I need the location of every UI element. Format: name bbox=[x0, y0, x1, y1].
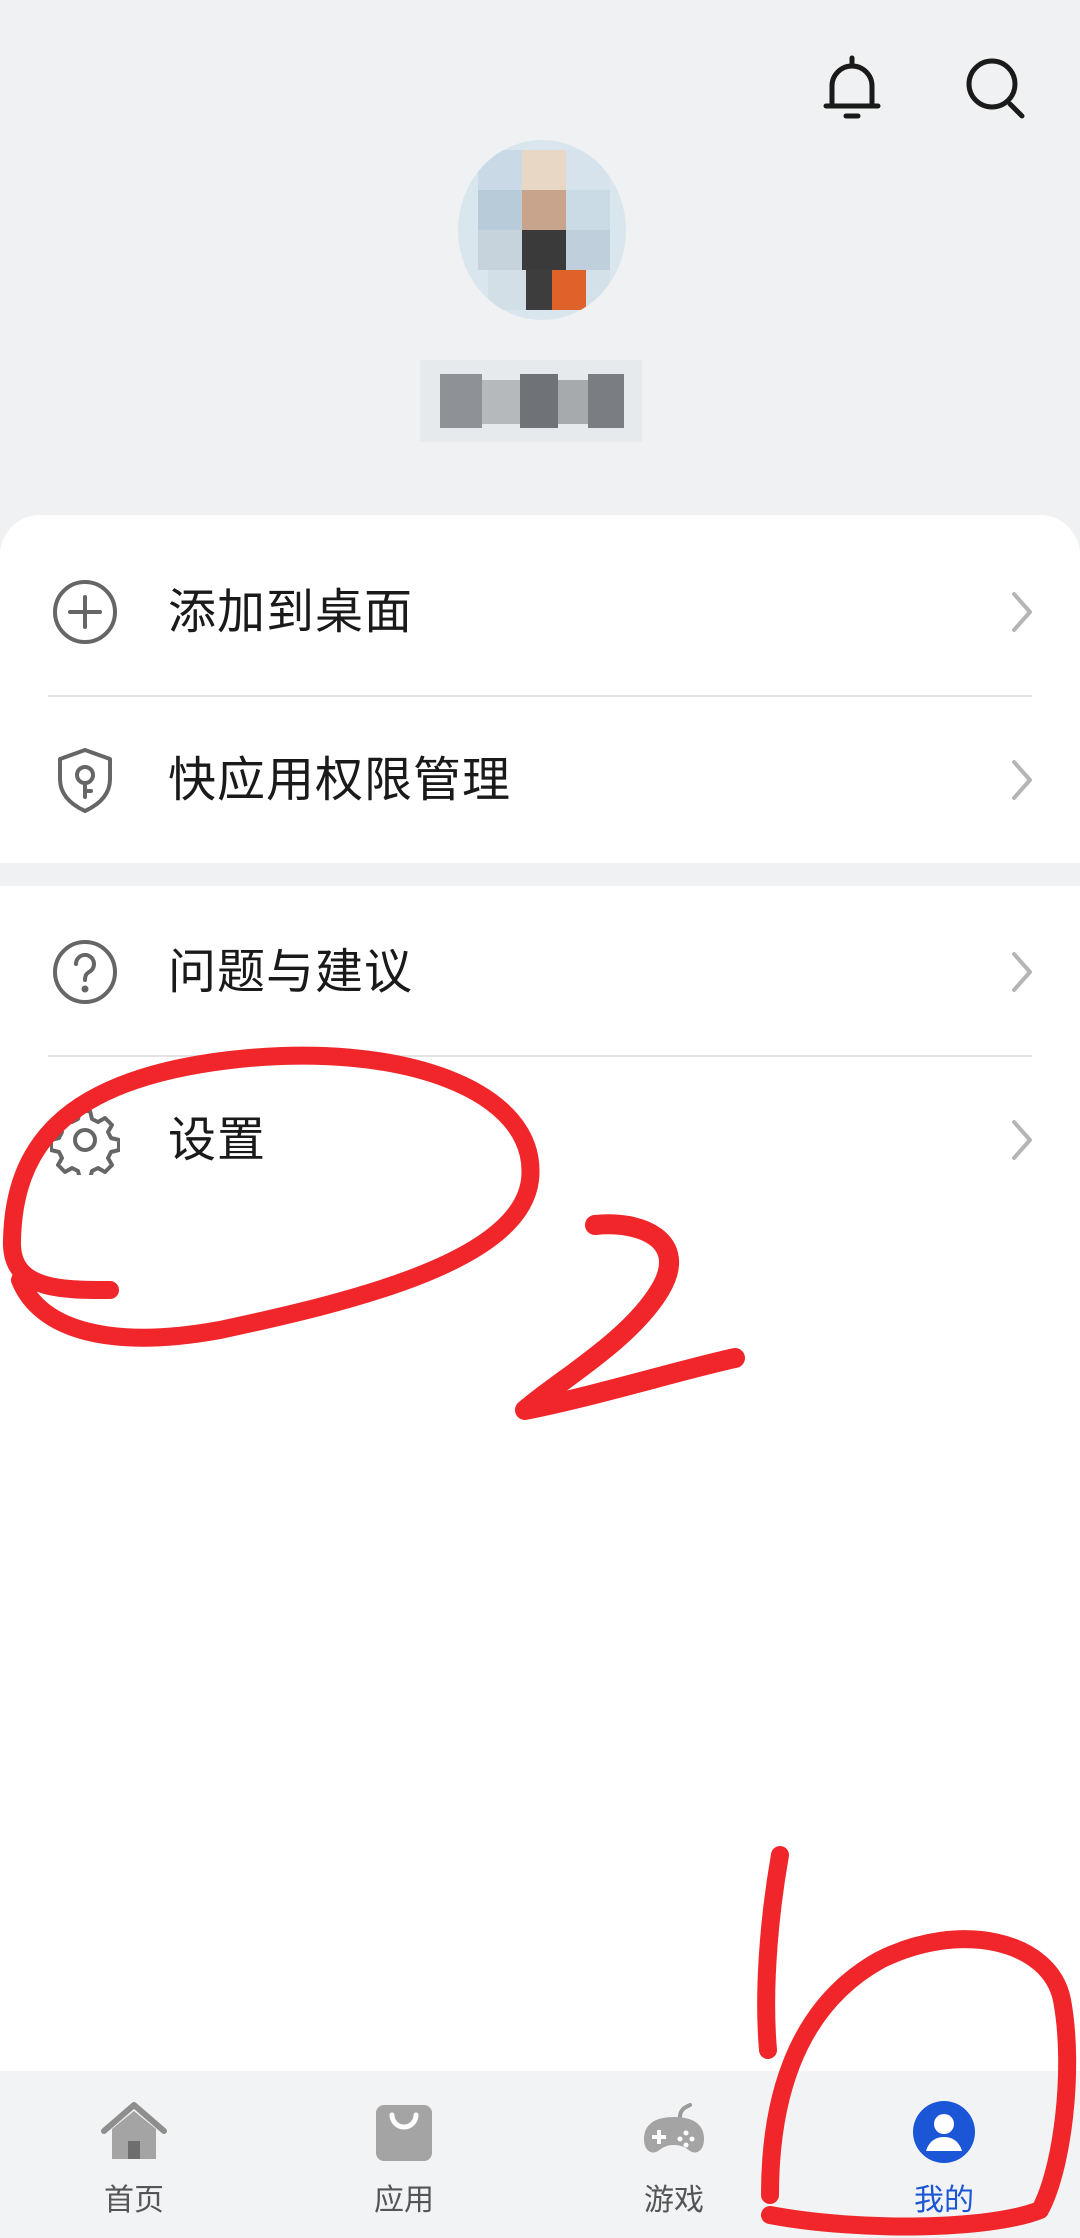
tab-label: 首页 bbox=[104, 2183, 164, 2218]
chevron-right-icon bbox=[1008, 1116, 1036, 1164]
avatar[interactable] bbox=[458, 140, 626, 320]
username bbox=[420, 360, 642, 442]
menu-item-label: 问题与建议 bbox=[168, 944, 414, 1000]
help-circle-icon bbox=[50, 937, 120, 1007]
tab-label: 我的 bbox=[914, 2183, 974, 2218]
chevron-right-icon bbox=[1008, 756, 1036, 804]
tab-label: 游戏 bbox=[644, 2183, 704, 2218]
menu-item-label: 设置 bbox=[168, 1112, 267, 1168]
shield-key-icon bbox=[50, 745, 120, 815]
bottom-tab-bar: 首页 应用 游戏 我的 bbox=[0, 2071, 1080, 2238]
chevron-right-icon bbox=[1008, 948, 1036, 996]
add-circle-icon bbox=[50, 577, 120, 647]
menu-item-permission-management[interactable]: 快应用权限管理 bbox=[0, 696, 1080, 864]
tab-label: 应用 bbox=[374, 2183, 434, 2218]
menu-item-label: 添加到桌面 bbox=[168, 584, 414, 640]
chevron-right-icon bbox=[1008, 588, 1036, 636]
search-icon[interactable] bbox=[958, 50, 1034, 126]
menu-item-feedback[interactable]: 问题与建议 bbox=[0, 888, 1080, 1056]
tab-games[interactable]: 游戏 bbox=[584, 2071, 764, 2238]
user-icon bbox=[910, 2099, 978, 2165]
tab-me[interactable]: 我的 bbox=[854, 2071, 1034, 2238]
gear-icon bbox=[49, 1105, 121, 1181]
bag-icon bbox=[370, 2099, 438, 2165]
gamepad-icon bbox=[640, 2099, 708, 2165]
tab-apps[interactable]: 应用 bbox=[314, 2071, 494, 2238]
menu-item-add-to-desktop[interactable]: 添加到桌面 bbox=[0, 528, 1080, 696]
tab-home[interactable]: 首页 bbox=[44, 2071, 224, 2238]
menu-item-settings[interactable]: 设置 bbox=[0, 1056, 1080, 1224]
home-icon bbox=[100, 2099, 168, 2165]
bell-icon[interactable] bbox=[814, 50, 890, 126]
menu-item-label: 快应用权限管理 bbox=[168, 752, 512, 808]
